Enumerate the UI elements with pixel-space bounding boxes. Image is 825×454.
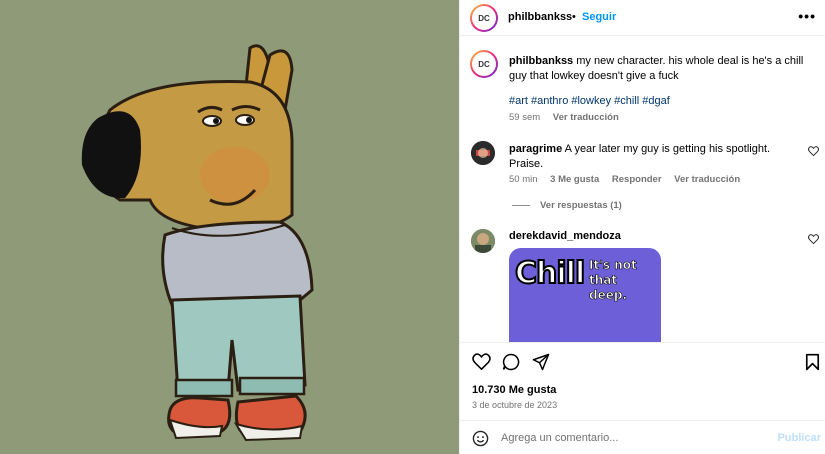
post-image[interactable] bbox=[0, 0, 459, 454]
share-paper-plane-icon[interactable] bbox=[532, 353, 550, 374]
comment-text: paragrime A year later my guy is getting… bbox=[509, 142, 779, 172]
save-bookmark-icon[interactable] bbox=[805, 353, 820, 374]
post-sidebar: DC philbbankss • Seguir ••• DC philbbank… bbox=[459, 0, 825, 454]
sticker-chill-text: Chill bbox=[514, 255, 586, 292]
author-username[interactable]: philbbankss bbox=[508, 11, 572, 23]
likes-count[interactable]: 10.730 Me gusta bbox=[472, 384, 556, 396]
comment-translate-link[interactable]: Ver traducción bbox=[674, 174, 740, 185]
avatar-image bbox=[471, 229, 495, 253]
comment-likes[interactable]: 3 Me gusta bbox=[550, 174, 599, 185]
comment-meta: 50 min 3 Me gusta Responder Ver traducci… bbox=[509, 174, 750, 185]
avatar-image: DC bbox=[472, 6, 496, 30]
comment-composer: Publicar bbox=[460, 420, 825, 454]
caption-meta: 59 sem Ver traducción bbox=[509, 112, 629, 123]
post-header: DC philbbankss • Seguir ••• bbox=[460, 0, 825, 36]
comment-like-heart-icon[interactable] bbox=[808, 234, 819, 247]
comment-bubble-icon[interactable] bbox=[502, 353, 520, 374]
comment-input[interactable] bbox=[501, 429, 771, 447]
comment-avatar[interactable] bbox=[471, 229, 495, 253]
like-heart-icon[interactable] bbox=[472, 353, 491, 373]
comment-sticker-image[interactable]: Chill It's not that deep. bbox=[509, 248, 661, 342]
view-replies-button[interactable]: Ver respuestas (1) bbox=[512, 200, 622, 211]
avatar-image: DC bbox=[472, 52, 496, 76]
avatar-image bbox=[471, 141, 495, 165]
author-avatar[interactable]: DC bbox=[470, 4, 498, 32]
comment-avatar[interactable] bbox=[471, 141, 495, 165]
comment-username[interactable]: derekdavid_mendoza bbox=[509, 230, 621, 242]
comment-time[interactable]: 50 min bbox=[509, 174, 538, 185]
comment-username[interactable]: paragrime bbox=[509, 143, 562, 155]
action-bar: 10.730 Me gusta 3 de octubre de 2023 bbox=[460, 342, 825, 420]
replies-divider bbox=[512, 204, 530, 206]
post-comment-button[interactable]: Publicar bbox=[778, 432, 821, 444]
caption-username[interactable]: philbbankss bbox=[509, 55, 573, 67]
emoji-smiley-icon[interactable] bbox=[472, 430, 489, 450]
caption-hashtags[interactable]: #art #anthro #lowkey #chill #dgaf bbox=[509, 95, 670, 107]
caption-avatar[interactable]: DC bbox=[470, 50, 498, 78]
more-options-icon[interactable]: ••• bbox=[798, 8, 816, 24]
caption-translate-link[interactable]: Ver traducción bbox=[553, 112, 619, 123]
view-replies-label: Ver respuestas (1) bbox=[540, 200, 622, 211]
reply-button[interactable]: Responder bbox=[612, 174, 662, 185]
caption-text: philbbankss my new character. his whole … bbox=[509, 54, 809, 84]
caption-time[interactable]: 59 sem bbox=[509, 112, 540, 123]
sticker-caption-text: It's not that deep. bbox=[589, 258, 637, 303]
post-date[interactable]: 3 de octubre de 2023 bbox=[472, 400, 557, 410]
separator-dot: • bbox=[572, 11, 576, 23]
follow-button[interactable]: Seguir bbox=[582, 11, 616, 23]
dog-character-illustration bbox=[81, 44, 314, 442]
comment-like-heart-icon[interactable] bbox=[808, 146, 819, 159]
